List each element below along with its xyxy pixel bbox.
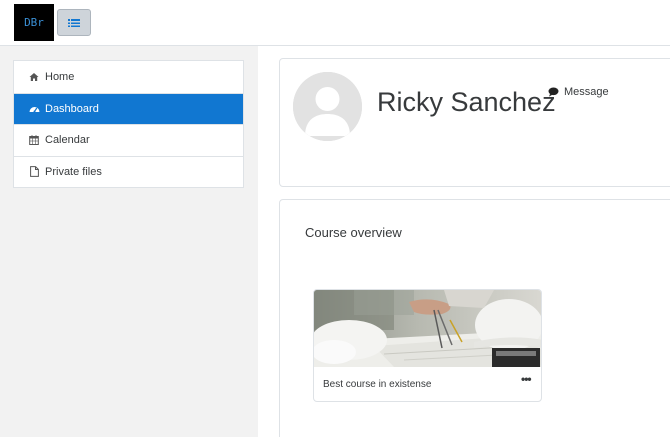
avatar[interactable] <box>293 72 362 141</box>
top-navbar: DBr <box>0 0 670 46</box>
profile-name: Ricky Sanchez <box>377 87 556 117</box>
user-placeholder-icon <box>293 72 362 141</box>
course-overview-title: Course overview <box>305 225 402 240</box>
message-button[interactable]: Message <box>548 86 609 98</box>
site-logo[interactable]: DBr <box>14 4 54 41</box>
course-actions-menu[interactable]: ••• <box>521 372 532 386</box>
main-content: Ricky Sanchez Message Course overview Be… <box>258 46 670 437</box>
sidebar-nav: Home Dashboard Calendar Private files <box>13 60 244 188</box>
profile-header-card: Ricky Sanchez Message <box>279 58 670 187</box>
sidebar-item-private-files[interactable]: Private files <box>14 155 243 188</box>
sidebar-item-label: Dashboard <box>45 102 99 115</box>
sidebar-item-home[interactable]: Home <box>14 61 243 93</box>
sidebar-item-label: Calendar <box>45 134 90 147</box>
course-name[interactable]: Best course in existense <box>323 379 431 390</box>
message-label: Message <box>564 86 609 98</box>
calendar-icon <box>28 134 40 146</box>
sidebar: Home Dashboard Calendar Private files <box>0 46 258 437</box>
speech-bubble-icon <box>548 87 559 97</box>
course-card[interactable]: Best course in existense ••• <box>313 289 542 402</box>
sidebar-item-label: Home <box>45 70 75 83</box>
sidebar-item-calendar[interactable]: Calendar <box>14 124 243 156</box>
drawer-toggle-button[interactable] <box>57 9 91 36</box>
course-overview-card: Course overview Best course in existense… <box>279 199 670 437</box>
dashboard-icon <box>28 103 40 115</box>
home-icon <box>28 71 40 83</box>
sidebar-item-label: Private files <box>45 165 102 178</box>
file-icon <box>28 166 40 178</box>
sidebar-item-dashboard[interactable]: Dashboard <box>14 92 243 124</box>
course-image[interactable] <box>314 290 542 367</box>
hamburger-icon <box>68 18 80 27</box>
